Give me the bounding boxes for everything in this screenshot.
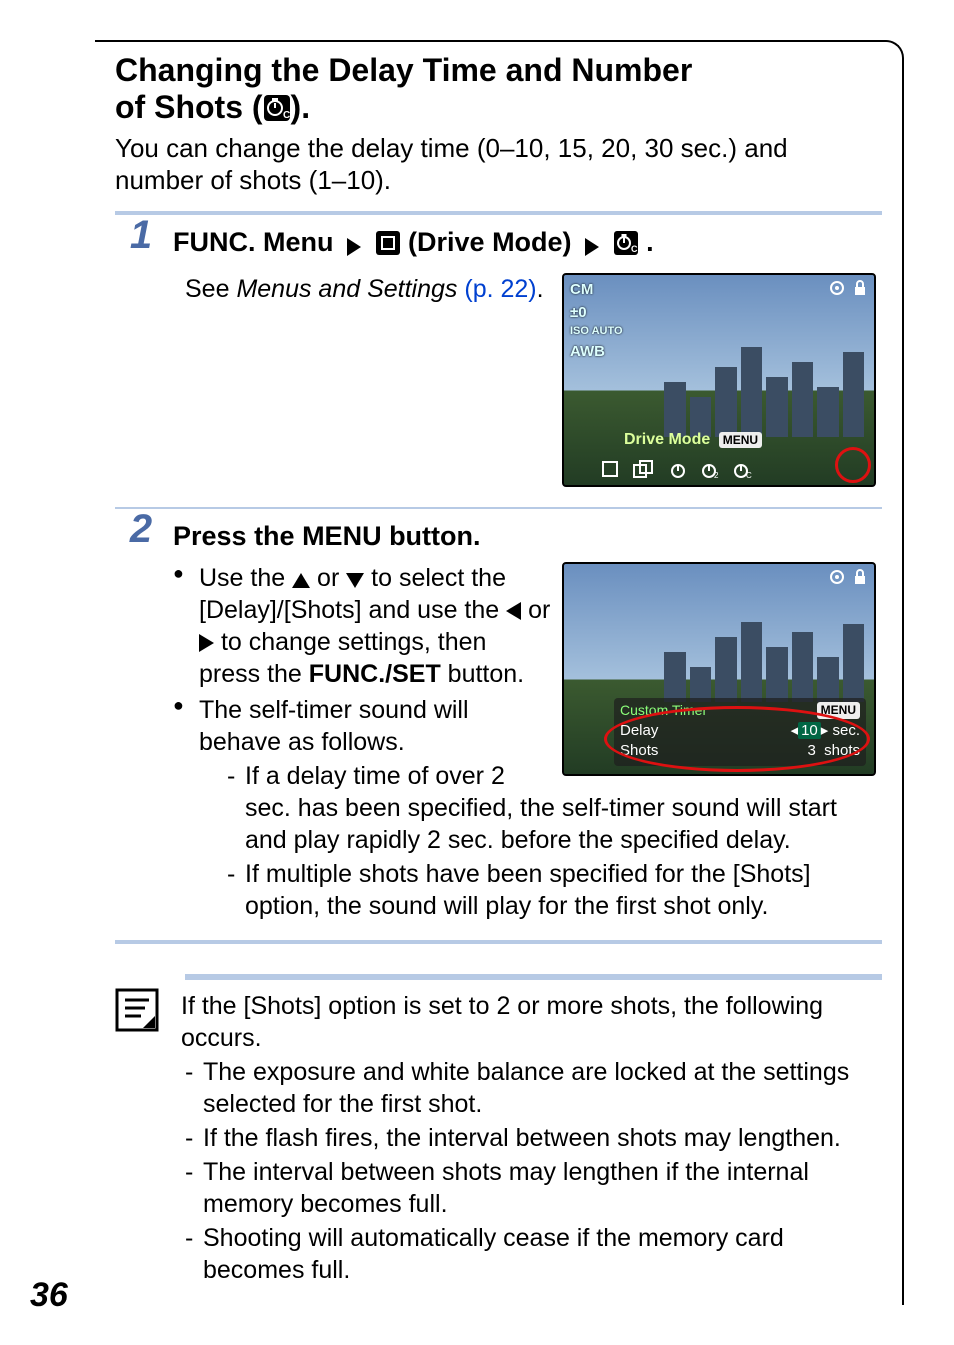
mode-indicator: CM — [570, 281, 623, 298]
svg-text:C: C — [746, 471, 752, 479]
step1-head-mid: (Drive Mode) — [408, 227, 572, 257]
title-line-2-prefix: of Shots ( — [115, 89, 263, 125]
see-suffix: . — [537, 275, 544, 303]
steps-table: 1 FUNC. Menu (Drive Mode) — [115, 211, 882, 944]
step-row: 2 Press the MENU button. — [115, 508, 882, 942]
lock-icon — [852, 279, 868, 297]
step-number: 2 — [115, 508, 167, 942]
svg-text:C: C — [283, 110, 290, 121]
step1-head-suffix: . — [646, 227, 654, 257]
note-item: If the flash fires, the interval between… — [185, 1122, 882, 1154]
screenshot-skyline — [664, 347, 864, 437]
note-body: If the [Shots] option is set to 2 or mor… — [181, 990, 882, 1288]
exposure-indicator: ±0 — [570, 304, 623, 321]
dash-item: If multiple shots have been specified fo… — [227, 858, 876, 922]
continuous-option-icon — [632, 459, 656, 479]
self-timer-option-icon — [668, 459, 688, 479]
custom-timer-option-icon: C — [732, 459, 752, 479]
svg-text:C: C — [631, 244, 638, 254]
self-timer-2-option-icon: 2 — [700, 459, 720, 479]
note-block: If the [Shots] option is set to 2 or mor… — [115, 990, 882, 1288]
iso-indicator: ISO AUTO — [570, 327, 623, 337]
title-line-1: Changing the Delay Time and Number — [115, 52, 692, 88]
note-divider — [185, 974, 882, 980]
see-italic: Menus and Settings — [236, 275, 457, 303]
text: The self-timer sound will behave as foll… — [199, 696, 469, 756]
bullet-item: Use the or to select the [Delay]/[Shots]… — [173, 562, 876, 690]
text: or — [521, 596, 550, 624]
step-number: 1 — [115, 213, 167, 508]
note-item: The interval between shots may lengthen … — [185, 1156, 882, 1220]
custom-timer-icon: C — [613, 232, 647, 262]
left-arrow-icon — [506, 602, 521, 620]
note-item: Shooting will automatically cease if the… — [185, 1222, 882, 1286]
page: Changing the Delay Time and Number of Sh… — [0, 0, 954, 1345]
note-item: The exposure and white balance are locke… — [185, 1056, 882, 1120]
svg-text:2: 2 — [714, 471, 719, 479]
page-number: 36 — [30, 1276, 68, 1315]
func-set-label: FUNC./SET — [309, 660, 441, 688]
right-arrow-icon — [199, 634, 214, 652]
custom-timer-icon: C — [263, 94, 291, 122]
step-1-heading: FUNC. Menu (Drive Mode) — [173, 225, 876, 265]
single-shot-option-icon — [600, 459, 620, 479]
content-frame: Changing the Delay Time and Number of Sh… — [95, 40, 904, 1305]
step1-head-prefix: FUNC. Menu — [173, 227, 333, 257]
step-row: 1 FUNC. Menu (Drive Mode) — [115, 213, 882, 508]
bullet-item: The self-timer sound will behave as foll… — [173, 694, 876, 922]
text: button. — [441, 660, 524, 688]
screenshot-left-icons: CM ±0 ISO AUTO AWB — [570, 281, 623, 360]
text: Use the — [199, 564, 292, 592]
wb-indicator: AWB — [570, 343, 623, 360]
note-intro: If the [Shots] option is set to 2 or mor… — [181, 992, 823, 1052]
step-2-bullets: Use the or to select the [Delay]/[Shots]… — [173, 562, 876, 922]
selection-circle-callout — [835, 447, 871, 483]
single-shot-icon — [375, 232, 409, 262]
record-icon — [828, 279, 846, 297]
camera-screenshot-drive-mode: CM ±0 ISO AUTO AWB Drive Mode — [562, 273, 876, 487]
intro-text: You can change the delay time (0–10, 15,… — [115, 132, 882, 197]
dash-item: If a delay time of over 2 sec. has been … — [227, 760, 876, 856]
text: or — [310, 564, 346, 592]
see-prefix: See — [185, 275, 236, 303]
down-arrow-icon — [346, 573, 364, 588]
note-icon — [115, 988, 165, 1288]
up-arrow-icon — [292, 573, 310, 588]
dash-list: If a delay time of over 2 sec. has been … — [227, 760, 876, 922]
note-dash-list: The exposure and white balance are locke… — [185, 1056, 882, 1286]
menu-badge: MENU — [719, 432, 762, 448]
drive-mode-text: Drive Mode — [624, 431, 710, 448]
drive-mode-label: Drive Mode MENU — [624, 431, 762, 449]
arrow-right-icon — [347, 238, 361, 256]
page-reference-link[interactable]: (p. 22) — [464, 275, 536, 303]
screenshot-top-right — [828, 279, 868, 297]
title-line-2-suffix: ). — [291, 89, 311, 125]
section-title: Changing the Delay Time and Number of Sh… — [115, 52, 882, 126]
arrow-right-icon — [585, 238, 599, 256]
step-2-heading: Press the MENU button. — [173, 519, 876, 554]
drive-mode-options: 2 C — [600, 459, 868, 479]
